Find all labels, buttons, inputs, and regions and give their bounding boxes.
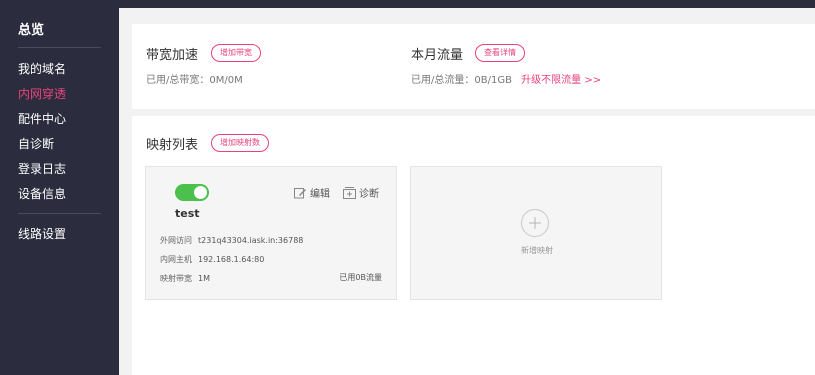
upgrade-unlimited-link[interactable]: 升级不限流量 >> — [521, 75, 601, 86]
traffic-title: 本月流量 — [411, 48, 464, 63]
sidebar-item-domains[interactable]: 我的域名 — [18, 61, 66, 77]
summary-panel: 带宽加速 增加带宽 已用/总带宽：0M/0M 本月流量 查看详情 已用/总流量：… — [132, 24, 815, 109]
internal-host-label: 内网主机 — [160, 255, 192, 264]
external-access-label: 外网访问 — [160, 236, 192, 245]
diagnose-icon — [343, 186, 356, 199]
mapping-bandwidth-row: 映射带宽 1M — [160, 273, 210, 284]
external-access-value: t231q43304.iask.in:36788 — [198, 236, 304, 245]
view-details-button[interactable]: 查看详情 — [475, 44, 525, 62]
bandwidth-title: 带宽加速 — [146, 48, 199, 63]
traffic-usage-value: 0B/1GB — [474, 75, 512, 86]
mapping-card: 编辑 诊断 test 外网访问 t231q43304.iask.in:36788 … — [145, 166, 397, 300]
edit-button[interactable]: 编辑 — [294, 185, 330, 200]
sidebar-item-line-settings[interactable]: 线路设置 — [18, 226, 66, 242]
sidebar-divider — [18, 47, 101, 48]
top-bar — [0, 0, 815, 8]
mapping-panel: 映射列表 增加映射数 编辑 诊断 test 外网访问 t231q43304.ia… — [132, 116, 815, 375]
add-mapping-card[interactable]: 新增映射 — [410, 166, 662, 300]
mapping-usage: 已用0B流量 — [339, 273, 382, 282]
main-content: 带宽加速 增加带宽 已用/总带宽：0M/0M 本月流量 查看详情 已用/总流量：… — [119, 8, 815, 375]
external-access-row: 外网访问 t231q43304.iask.in:36788 — [160, 235, 303, 246]
sidebar-item-tunnel[interactable]: 内网穿透 — [18, 86, 66, 102]
sidebar-item-device-info[interactable]: 设备信息 — [18, 186, 66, 202]
edit-icon — [294, 187, 306, 198]
mapping-bandwidth-value: 1M — [198, 274, 210, 283]
sidebar-title[interactable]: 总览 — [18, 19, 44, 38]
mapping-enable-toggle[interactable] — [175, 184, 209, 201]
plus-icon — [521, 209, 549, 237]
add-mapping-label: 新增映射 — [521, 246, 553, 255]
sidebar-item-self-diagnose[interactable]: 自诊断 — [18, 136, 54, 152]
traffic-usage: 已用/总流量：0B/1GB 升级不限流量 >> — [411, 71, 601, 86]
diagnose-label: 诊断 — [359, 189, 379, 200]
mapping-bandwidth-label: 映射带宽 — [160, 274, 192, 283]
bandwidth-usage: 已用/总带宽：0M/0M — [146, 71, 243, 86]
add-bandwidth-button[interactable]: 增加带宽 — [211, 44, 261, 62]
toggle-knob — [194, 186, 207, 199]
sidebar-item-login-log[interactable]: 登录日志 — [18, 161, 66, 177]
add-mapping-count-button[interactable]: 增加映射数 — [211, 134, 269, 152]
mapping-list-title: 映射列表 — [146, 138, 199, 153]
sidebar-divider — [18, 213, 101, 214]
sidebar: 总览 我的域名 内网穿透 配件中心 自诊断 登录日志 设备信息 线路设置 — [0, 8, 119, 375]
internal-host-value: 192.168.1.64:80 — [198, 255, 265, 264]
bandwidth-usage-value: 0M/0M — [209, 75, 243, 86]
internal-host-row: 内网主机 192.168.1.64:80 — [160, 254, 264, 265]
sidebar-item-accessories[interactable]: 配件中心 — [18, 111, 66, 127]
diagnose-button[interactable]: 诊断 — [343, 185, 379, 200]
mapping-name: test — [175, 207, 200, 220]
edit-label: 编辑 — [310, 189, 330, 200]
traffic-usage-label: 已用/总流量： — [411, 75, 475, 86]
bandwidth-usage-label: 已用/总带宽： — [146, 75, 210, 86]
